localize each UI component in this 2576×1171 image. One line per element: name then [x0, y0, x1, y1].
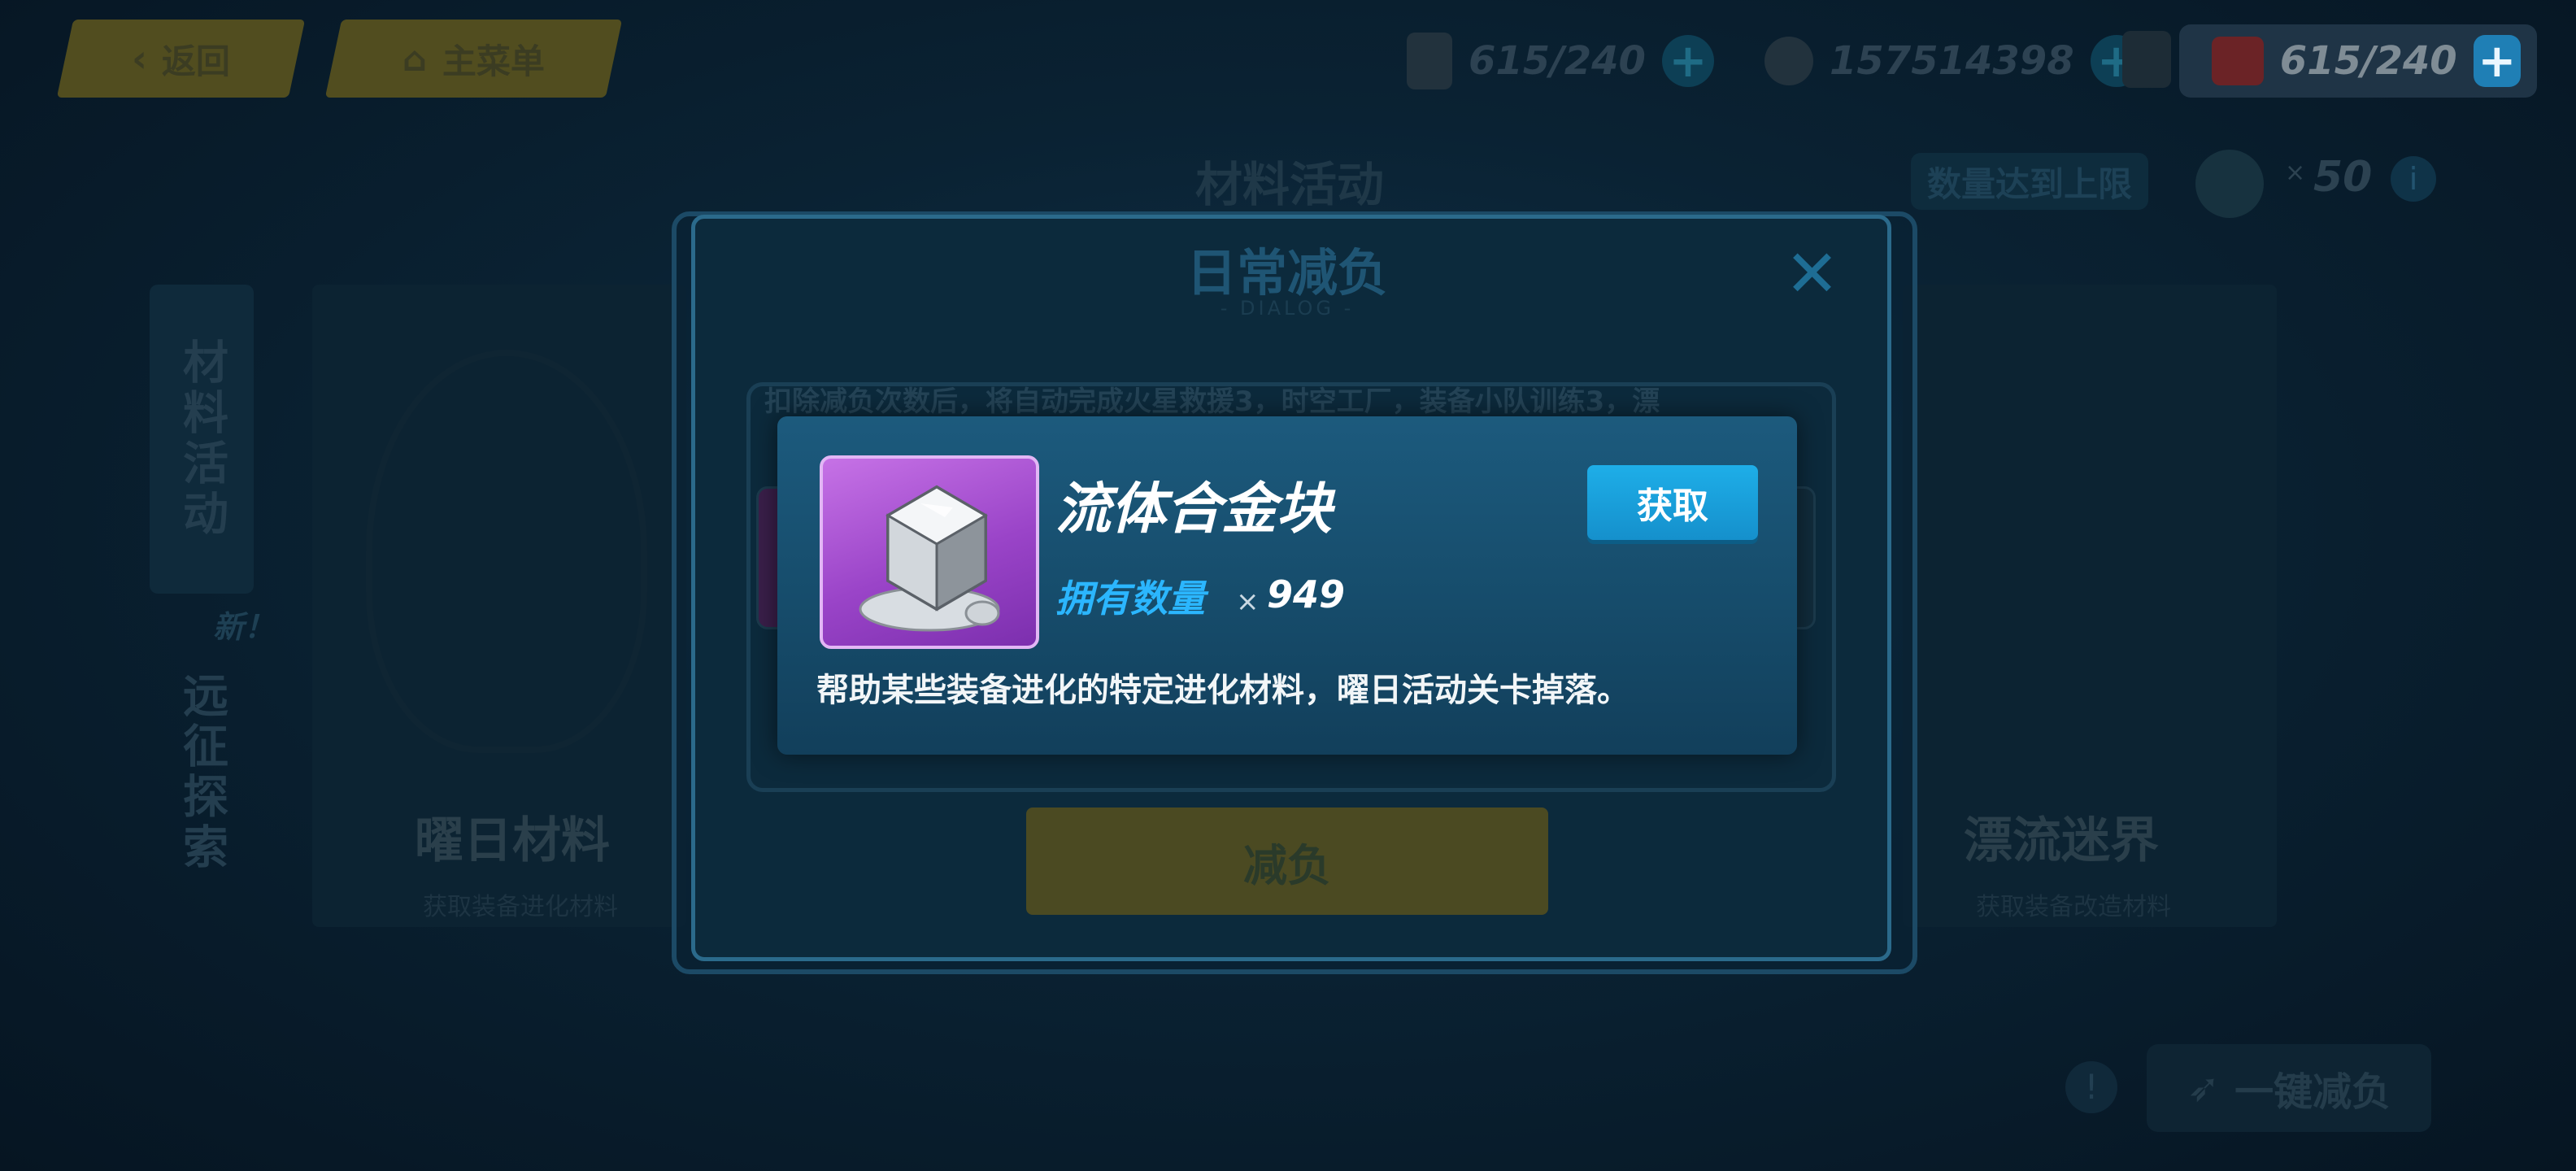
- left-card-title: 曜日材料: [415, 812, 610, 869]
- dialog-subtitle: - DIALOG -: [1220, 297, 1355, 320]
- dialog-hint: 扣除减负次数后，将自动完成火星救援3，时空工厂，装备小队训练3，漂: [764, 385, 1660, 418]
- one-click-reduce-button[interactable]: ➶ 一键减负: [2147, 1044, 2431, 1132]
- reduce-button[interactable]: 减负: [1026, 808, 1548, 915]
- limit-value: 50: [2313, 153, 2373, 202]
- shield-icon: [2122, 31, 2171, 88]
- stamina-value: 615/240: [1469, 38, 1646, 84]
- right-card-subtitle: 获取装备改造材料: [1976, 893, 2171, 921]
- limit-x: ×: [2285, 159, 2306, 187]
- stamina-resource-active: 615/240 +: [2179, 24, 2537, 98]
- material-icon: [2195, 150, 2264, 218]
- left-card-subtitle: 获取装备进化材料: [423, 893, 618, 921]
- info-icon[interactable]: i: [2391, 156, 2436, 202]
- dialog-title: 日常减负: [1186, 243, 1388, 303]
- right-card-title: 漂流迷界: [1964, 812, 2159, 869]
- section-title: 材料活动: [1195, 157, 1385, 212]
- back-button[interactable]: ‹ 返回: [56, 20, 306, 98]
- mascot-illustration: [366, 350, 647, 753]
- close-icon[interactable]: ✕: [1785, 236, 1839, 311]
- stamina-active-value: 615/240: [2279, 38, 2457, 84]
- battery-icon: [1407, 33, 1452, 89]
- stamina-resource: 615/240 +: [1407, 24, 1714, 98]
- back-label: 返回: [161, 41, 230, 81]
- liquid-alloy-icon: [820, 455, 1039, 649]
- main-menu-button[interactable]: ⌂ 主菜单: [324, 20, 623, 98]
- item-description: 帮助某些装备进化的特定进化材料，曜日活动关卡掉落。: [816, 672, 1630, 709]
- limit-badge: 数量达到上限: [1911, 153, 2149, 210]
- coin-resource: 157514398 +: [1764, 24, 2143, 98]
- main-menu-label: 主菜单: [442, 41, 545, 81]
- new-badge: 新！: [213, 609, 276, 645]
- tab-material-activity[interactable]: 材料活动: [150, 285, 254, 594]
- add-stamina-button[interactable]: +: [1661, 35, 1714, 88]
- owned-quantity-value: 949: [1267, 572, 1346, 616]
- coin-icon: [1764, 37, 1813, 85]
- get-button[interactable]: 获取: [1587, 465, 1758, 540]
- battery-red-icon: [2212, 37, 2264, 85]
- home-icon: ⌂: [402, 38, 428, 79]
- owned-quantity-label: 拥有数量: [1055, 577, 1205, 620]
- times-sign: ×: [1236, 586, 1260, 618]
- item-name: 流体合金块: [1055, 477, 1333, 542]
- tab-expedition[interactable]: 远征探索: [150, 651, 254, 895]
- coin-value: 157514398: [1830, 38, 2074, 84]
- chevron-left-icon: ‹: [132, 37, 147, 81]
- one-click-label: 一键减负: [2234, 1069, 2391, 1115]
- rocket-icon: ➶: [2187, 1065, 2221, 1111]
- add-stamina-active-button[interactable]: +: [2473, 35, 2521, 88]
- help-icon[interactable]: !: [2065, 1061, 2117, 1113]
